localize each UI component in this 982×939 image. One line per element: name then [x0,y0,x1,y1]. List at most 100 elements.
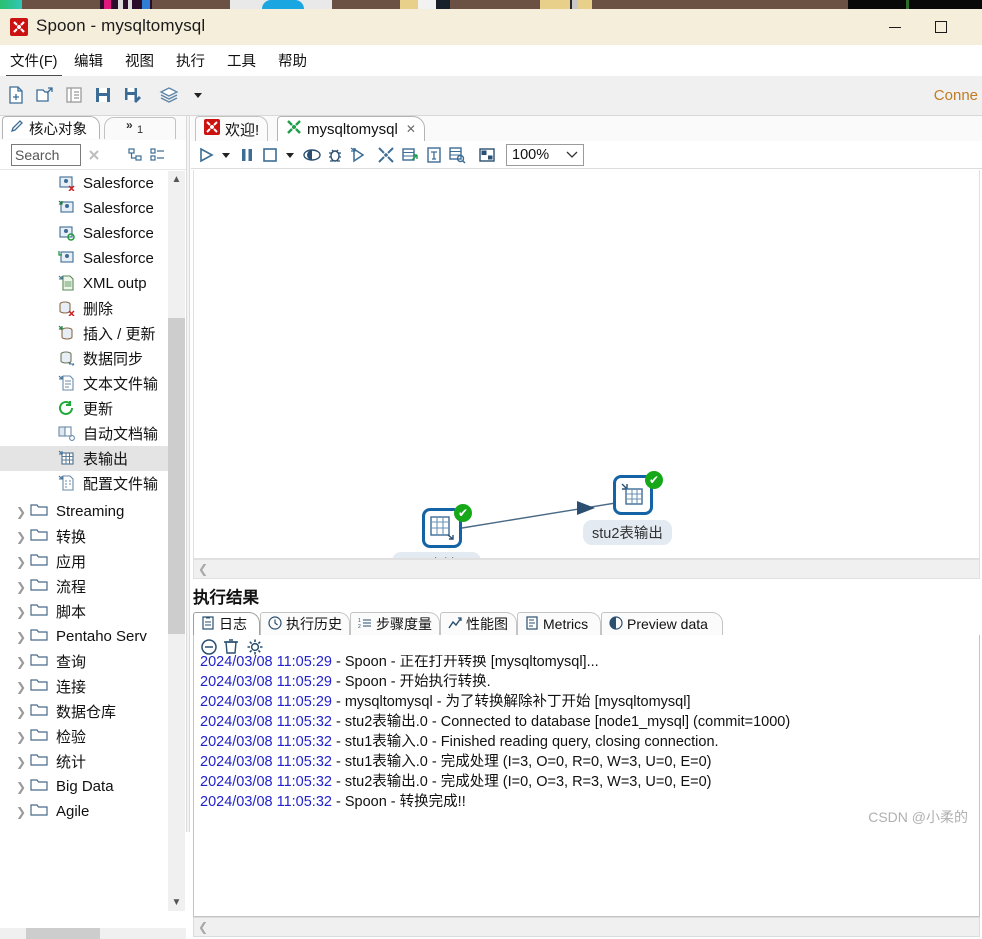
explore-repository-icon[interactable] [64,85,86,107]
transformation-canvas[interactable]: ✔ stu1表输入 ✔ stu2表输出 [193,170,980,559]
chevron-right-icon[interactable]: ❯ [16,730,30,744]
palette-folder-transform[interactable]: ❯ 转换 [0,524,170,549]
palette-vertical-scrollbar[interactable]: ▲ ▼ [168,171,185,911]
chevron-right-icon[interactable]: ❯ [16,755,30,769]
save-as-icon[interactable] [122,85,144,107]
palette-tree[interactable]: Salesforce Salesforce Salesforce Salesfo… [0,171,188,926]
palette-tab-core-objects[interactable]: 核心对象 [2,116,100,139]
canvas-horizontal-scrollbar[interactable]: ❮ [193,559,980,579]
chevron-right-icon[interactable]: ❯ [16,505,30,519]
tab-performance-graph[interactable]: 性能图 [440,612,517,635]
replay-icon[interactable] [349,146,367,164]
chevron-right-icon[interactable]: ❯ [16,780,30,794]
palette-folder-joins[interactable]: ❯ 连接 [0,674,170,699]
step-label-stu2[interactable]: stu2表输出 [583,520,672,545]
palette-folder-statistics[interactable]: ❯ 统计 [0,749,170,774]
palette-folder-data-warehouse[interactable]: ❯ 数据仓库 [0,699,170,724]
chevron-right-icon[interactable]: ❯ [16,580,30,594]
align-icon[interactable] [377,146,395,164]
palette-step-auto-doc-output[interactable]: 自动文档输 [0,421,170,446]
menu-help[interactable]: 帮助 [276,49,309,71]
palette-step-insert-update[interactable]: 插入 / 更新 [0,321,170,346]
chevron-down-icon[interactable]: ▼ [168,894,185,911]
overflow-chevrons-icon[interactable]: » [126,118,133,132]
tab-mysqltomysql[interactable]: mysqltomysql ✕ [277,116,425,141]
tab-execution-history[interactable]: 执行历史 [260,612,350,635]
expand-all-icon[interactable] [150,148,165,167]
layers-icon[interactable] [158,85,180,107]
chevron-left-icon[interactable]: ❮ [198,920,208,934]
chevron-right-icon[interactable]: ❯ [16,605,30,619]
tab-log[interactable]: 日志 [193,612,260,635]
chevron-right-icon[interactable]: ❯ [16,530,30,544]
palette-step-salesforce-update[interactable]: Salesforce [0,221,170,246]
menu-view[interactable]: 视图 [123,49,156,71]
panel-splitter[interactable] [186,116,190,832]
palette-folder-pentaho-server[interactable]: ❯ Pentaho Serv [0,624,170,649]
palette-step-table-output[interactable]: 表输出 [0,446,170,471]
palette-step-salesforce-upsert[interactable]: Salesforce [0,246,170,271]
chevron-up-icon[interactable]: ▲ [168,171,185,188]
log-output[interactable]: 2024/03/08 11:05:29 - Spoon - 正在打开转换 [my… [193,655,980,917]
palette-step-xml-output[interactable]: XML outp [0,271,170,296]
pause-icon[interactable] [239,146,255,164]
palette-horizontal-scrollbar[interactable] [0,928,186,939]
palette-folder-scripting[interactable]: ❯ 脚本 [0,599,170,624]
chevron-right-icon[interactable]: ❯ [16,705,30,719]
scrollbar-thumb[interactable] [26,928,100,939]
chevron-right-icon[interactable]: ❯ [16,630,30,644]
palette-step-update[interactable]: 更新 [0,396,170,421]
sql-editor-icon[interactable] [425,146,443,164]
search-input[interactable] [11,144,81,166]
save-icon[interactable] [93,85,115,107]
maximize-button[interactable]: □ [918,9,964,45]
chevron-down-icon[interactable] [566,147,578,163]
palette-folder-flow[interactable]: ❯ 流程 [0,574,170,599]
stop-dropdown-icon[interactable] [284,146,296,164]
debug-icon[interactable] [326,146,344,164]
palette-folder-validation[interactable]: ❯ 检验 [0,724,170,749]
tab-metrics[interactable]: Metrics [517,612,601,635]
menu-tools[interactable]: 工具 [225,49,258,71]
palette-folder-agile[interactable]: ❯ Agile [0,799,170,824]
scrollbar-thumb[interactable] [168,318,185,634]
chevron-right-icon[interactable]: ❯ [16,805,30,819]
preview-icon[interactable] [303,146,321,164]
stop-icon[interactable] [261,146,279,164]
chevron-right-icon[interactable]: ❯ [16,555,30,569]
clear-x-icon[interactable] [86,147,102,168]
palette-folder-streaming[interactable]: ❯ Streaming [0,499,170,524]
palette-step-salesforce-insert[interactable]: Salesforce [0,196,170,221]
open-file-icon[interactable] [35,85,57,107]
palette-folder-application[interactable]: ❯ 应用 [0,549,170,574]
db-explore-icon[interactable] [448,146,466,164]
palette-step-delete[interactable]: 删除 [0,296,170,321]
log-horizontal-scrollbar[interactable]: ❮ [193,917,980,937]
collapse-all-icon[interactable] [128,148,143,167]
menu-run[interactable]: 执行 [174,49,207,71]
close-icon[interactable]: ✕ [406,122,416,136]
palette-folder-big-data[interactable]: ❯ Big Data [0,774,170,799]
minimize-button[interactable]: — [872,9,918,45]
zoom-select[interactable]: 100% [506,144,584,166]
tab-preview-data[interactable]: Preview data [601,612,723,635]
tab-step-metrics[interactable]: 1 2 步骤度量 [350,612,440,635]
menu-file[interactable]: 文件(F) [8,49,60,71]
chevron-right-icon[interactable]: ❯ [16,680,30,694]
palette-step-properties-output[interactable]: 配置文件输 [0,471,170,496]
palette-step-sync-data[interactable]: 数据同步 [0,346,170,371]
chevron-right-icon[interactable]: ❯ [16,655,30,669]
run-dropdown-icon[interactable] [220,146,232,164]
new-file-icon[interactable] [6,85,28,107]
chevron-left-icon[interactable]: ❮ [198,562,208,576]
step-label-stu1[interactable]: stu1表输入 [392,552,481,558]
run-icon[interactable] [197,146,215,164]
to-repository-icon[interactable] [401,146,419,164]
tab-welcome[interactable]: 欢迎! [195,116,269,141]
menu-edit[interactable]: 编辑 [72,49,105,71]
show-grid-icon[interactable] [478,146,496,164]
palette-step-salesforce-delete[interactable]: Salesforce [0,171,170,196]
dropdown-arrow-icon[interactable] [190,85,212,107]
palette-folder-lookup[interactable]: ❯ 查询 [0,649,170,674]
palette-step-text-file-output[interactable]: 文本文件输 [0,371,170,396]
